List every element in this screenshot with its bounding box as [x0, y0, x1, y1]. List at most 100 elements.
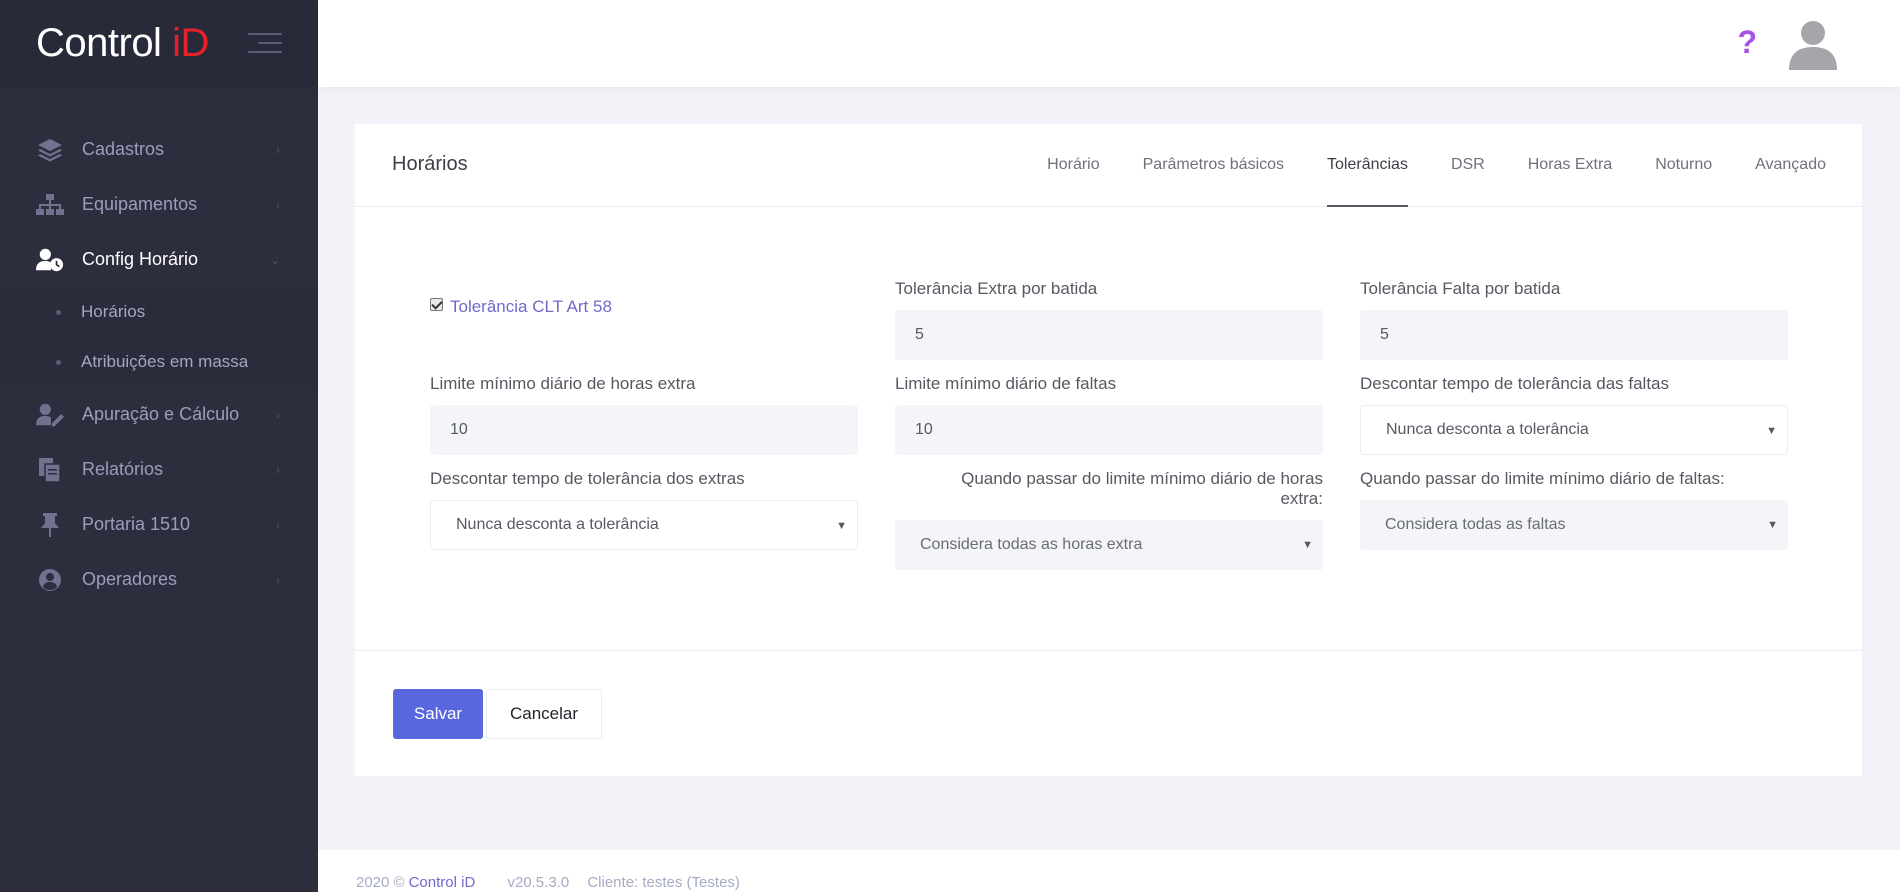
sidebar-subitem-label: Atribuições em massa [81, 352, 249, 371]
field-falta-por-batida: Tolerância Falta por batida 5 [1360, 279, 1788, 360]
sidebar-subitem-horarios[interactable]: Horários [0, 287, 318, 337]
tab-avancado[interactable]: Avançado [1755, 124, 1826, 207]
sidebar: Control iD Cadastros › Equipamentos › Co… [0, 0, 318, 892]
brand-area: Control iD [0, 0, 318, 87]
page-title: Horários [392, 153, 468, 175]
field-label: Limite mínimo diário de horas extra [430, 374, 696, 393]
sidebar-item-apuracao[interactable]: Apuração e Cálculo › [0, 387, 318, 442]
quando-horas-extra-select[interactable]: Considera todas as horas extra ▼ [895, 520, 1323, 570]
sidebar-item-operadores[interactable]: Operadores › [0, 552, 318, 607]
field-limite-faltas: Limite mínimo diário de faltas 10 [895, 374, 1323, 455]
field-label: Tolerância Extra por batida [895, 279, 1098, 298]
layers-icon [36, 136, 64, 164]
files-icon [36, 456, 64, 484]
help-icon[interactable]: ? [1737, 24, 1757, 61]
sidebar-item-label: Operadores [82, 569, 178, 589]
chevron-right-icon: › [276, 197, 280, 212]
field-label: Descontar tempo de tolerância das faltas [1360, 374, 1670, 393]
sidebar-item-label: Equipamentos [82, 194, 198, 214]
footer-brand-link[interactable]: Control iD [409, 874, 476, 891]
extra-por-batida-input[interactable]: 5 [895, 310, 1323, 360]
tab-bar: Horário Parâmetros básicos Tolerâncias D… [1004, 124, 1826, 207]
clt-checkbox-label[interactable]: Tolerância CLT Art 58 [450, 297, 612, 317]
field-label: Limite mínimo diário de faltas [895, 374, 1117, 393]
tab-noturno[interactable]: Noturno [1655, 124, 1712, 207]
form-actions: Salvar Cancelar [355, 650, 1862, 776]
field-label: Quando passar do limite mínimo diário de… [1360, 469, 1725, 488]
sitemap-icon [36, 191, 64, 219]
chevron-right-icon: › [276, 517, 280, 532]
avatar[interactable] [1786, 16, 1840, 70]
field-quando-horas-extra: Quando passar do limite mínimo diário de… [895, 469, 1323, 570]
caret-down-icon: ▼ [1767, 519, 1778, 531]
footer-copyright: 2020 © [356, 874, 405, 891]
clt-checkbox[interactable] [430, 297, 443, 311]
pin-icon [36, 511, 64, 539]
quando-faltas-select[interactable]: Considera todas as faltas ▼ [1360, 500, 1788, 550]
descontar-faltas-select[interactable]: Nunca desconta a tolerância ▼ [1360, 405, 1788, 455]
tab-parametros-basicos[interactable]: Parâmetros básicos [1143, 124, 1284, 207]
field-quando-faltas: Quando passar do limite mínimo diário de… [1360, 469, 1788, 550]
sidebar-item-relatorios[interactable]: Relatórios › [0, 442, 318, 497]
sidebar-menu: Cadastros › Equipamentos › Config Horári… [0, 122, 318, 607]
user-circle-icon [36, 566, 64, 594]
logo-accent: iD [172, 21, 209, 65]
chevron-right-icon: › [276, 572, 280, 587]
sidebar-item-label: Config Horário [82, 249, 199, 269]
sidebar-item-cadastros[interactable]: Cadastros › [0, 122, 318, 177]
sidebar-item-config-horario[interactable]: Config Horário ⌄ [0, 232, 318, 287]
caret-down-icon: ▼ [836, 520, 847, 532]
field-label: Tolerância Falta por batida [1360, 279, 1561, 298]
bullet-icon [56, 359, 61, 365]
submenu-config-horario: Horários Atribuições em massa [0, 287, 318, 387]
field-extra-por-batida: Tolerância Extra por batida 5 [895, 279, 1323, 360]
chevron-down-icon: ⌄ [269, 252, 280, 267]
field-label: Quando passar do limite mínimo diário de… [895, 469, 1323, 509]
clt-checkbox-row: Tolerância CLT Art 58 [430, 297, 612, 317]
limite-faltas-input[interactable]: 10 [895, 405, 1323, 455]
select-value: Nunca desconta a tolerância [1386, 421, 1589, 438]
topbar: ? [318, 0, 1900, 87]
sidebar-item-equipamentos[interactable]: Equipamentos › [0, 177, 318, 232]
bullet-icon [56, 309, 61, 315]
field-label-line: extra: [1280, 489, 1323, 508]
field-limite-horas-extra: Limite mínimo diário de horas extra 10 [430, 374, 858, 455]
select-value: Considera todas as horas extra [920, 536, 1143, 553]
chevron-right-icon: › [276, 407, 280, 422]
caret-down-icon: ▼ [1766, 425, 1777, 437]
sidebar-item-label: Apuração e Cálculo [82, 404, 240, 424]
chevron-right-icon: › [276, 462, 280, 477]
field-descontar-faltas: Descontar tempo de tolerância das faltas… [1360, 374, 1788, 455]
field-label: Descontar tempo de tolerância dos extras [430, 469, 745, 488]
tolerancias-form: Tolerância CLT Art 58 Tolerância Extra p… [355, 207, 1862, 650]
tab-horas-extra[interactable]: Horas Extra [1528, 124, 1612, 207]
footer-client: Cliente: testes (Testes) [587, 874, 740, 891]
caret-down-icon: ▼ [1302, 539, 1313, 551]
select-value: Considera todas as faltas [1385, 516, 1566, 533]
footer-version: v20.5.3.0 [507, 874, 570, 891]
page-footer: 2020 © Control iD v20.5.3.0 Cliente: test… [318, 850, 1900, 892]
sidebar-subitem-label: Horários [81, 302, 146, 321]
chevron-right-icon: › [276, 142, 280, 157]
user-clock-icon [36, 246, 64, 274]
descontar-extras-select[interactable]: Nunca desconta a tolerância ▼ [430, 500, 858, 550]
menu-toggle-icon[interactable] [248, 33, 282, 53]
tab-horario[interactable]: Horário [1047, 124, 1099, 207]
card-header: Horários Horário Parâmetros básicos Tole… [355, 124, 1862, 207]
sidebar-item-label: Portaria 1510 [82, 514, 191, 534]
cancel-button[interactable]: Cancelar [486, 689, 602, 739]
sidebar-item-portaria[interactable]: Portaria 1510 › [0, 497, 318, 552]
falta-por-batida-input[interactable]: 5 [1360, 310, 1788, 360]
tab-tolerancias[interactable]: Tolerâncias [1327, 124, 1408, 207]
field-descontar-extras: Descontar tempo de tolerância dos extras… [430, 469, 858, 550]
sidebar-item-label: Cadastros [82, 139, 165, 159]
field-label-line: Quando passar do limite mínimo diário de… [961, 469, 1323, 488]
user-edit-icon [36, 401, 64, 429]
save-button[interactable]: Salvar [393, 689, 483, 739]
sidebar-subitem-atribuicoes[interactable]: Atribuições em massa [0, 337, 318, 387]
tab-dsr[interactable]: DSR [1451, 124, 1485, 207]
select-value: Nunca desconta a tolerância [456, 516, 659, 533]
limite-horas-extra-input[interactable]: 10 [430, 405, 858, 455]
logo[interactable]: Control iD [36, 21, 209, 66]
horarios-card: Horários Horário Parâmetros básicos Tole… [355, 124, 1862, 776]
